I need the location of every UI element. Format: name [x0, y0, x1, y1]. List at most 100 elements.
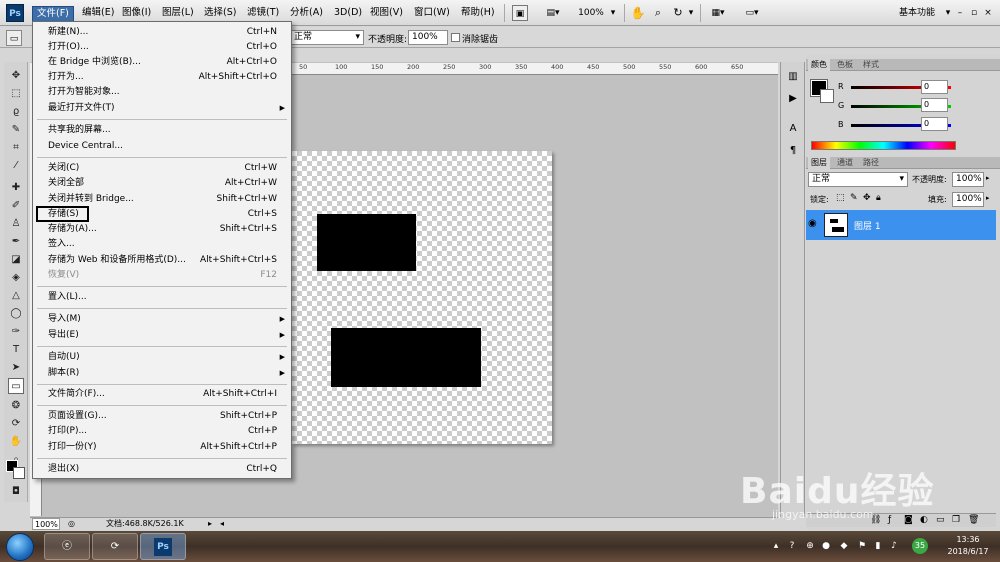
tray-network-icon[interactable]: ⊕: [804, 540, 816, 552]
move-tool-icon[interactable]: ✥: [8, 68, 24, 84]
menu-item-print[interactable]: 打印(P)... Ctrl+P: [33, 424, 291, 439]
tray-app-icon[interactable]: ●: [820, 540, 832, 552]
chevron-down-icon[interactable]: ▾: [944, 5, 952, 21]
start-button[interactable]: [6, 533, 34, 561]
menu-item-close-all[interactable]: 关闭全部 Alt+Ctrl+W: [33, 176, 291, 191]
menu-layer[interactable]: 图层(L): [158, 6, 198, 22]
quick-select-tool-icon[interactable]: ✎: [8, 122, 24, 138]
menu-item-open-as-smart-object[interactable]: 打开为智能对象...: [33, 85, 291, 100]
quick-mask-icon[interactable]: ◘: [8, 484, 24, 500]
menu-view[interactable]: 视图(V): [366, 6, 407, 22]
actions-panel-icon[interactable]: ▶: [786, 92, 800, 106]
tray-signal-icon[interactable]: ▮: [872, 540, 884, 552]
lock-transparent-icon[interactable]: ⬚: [836, 193, 845, 203]
menu-item-import[interactable]: 导入(M) ▶: [33, 312, 291, 327]
background-color-swatch[interactable]: [13, 467, 25, 479]
blur-tool-icon[interactable]: △: [8, 288, 24, 304]
eyedropper-tool-icon[interactable]: ⁄: [8, 158, 24, 174]
tool-preset-icon[interactable]: ▭: [6, 30, 22, 46]
menu-item-save-for-web[interactable]: 存储为 Web 和设备所用格式(D)... Alt+Shift+Ctrl+S: [33, 253, 291, 268]
tray-flag-icon[interactable]: ⚑: [856, 540, 868, 552]
red-value-input[interactable]: 0: [921, 80, 948, 94]
menu-3d[interactable]: 3D(D): [330, 6, 366, 22]
menu-select[interactable]: 选择(S): [200, 6, 240, 22]
tab-layers[interactable]: 图层: [808, 157, 830, 169]
document-canvas[interactable]: [292, 151, 552, 444]
paragraph-panel-icon[interactable]: ¶: [786, 144, 800, 158]
lock-image-icon[interactable]: ✎: [850, 193, 858, 203]
marquee-tool-icon[interactable]: ⬚: [8, 86, 24, 102]
workspace-switcher[interactable]: 基本功能: [888, 5, 946, 21]
blend-mode-select[interactable]: 正常 ▾: [808, 172, 908, 187]
antialias-checkbox[interactable]: [451, 33, 460, 42]
menu-item-device-central[interactable]: Device Central...: [33, 139, 291, 154]
path-selection-tool-icon[interactable]: ➤: [8, 360, 24, 376]
color-spectrum-ramp[interactable]: [811, 141, 956, 150]
menu-item-save-as[interactable]: 存储为(A)... Shift+Ctrl+S: [33, 222, 291, 237]
fill-input[interactable]: 100%: [952, 192, 984, 207]
opacity-input[interactable]: 100%: [408, 30, 448, 45]
layer-opacity-input[interactable]: 100%: [952, 172, 984, 187]
menu-item-place[interactable]: 置入(L)...: [33, 290, 291, 305]
menu-item-export[interactable]: 导出(E) ▶: [33, 328, 291, 343]
tray-app-icon[interactable]: ◆: [838, 540, 850, 552]
menu-item-open[interactable]: 打开(O)... Ctrl+O: [33, 40, 291, 55]
paint-bucket-tool-icon[interactable]: ◈: [8, 270, 24, 286]
tray-badge[interactable]: 35: [912, 538, 928, 554]
menu-item-close-and-go-to-bridge[interactable]: 关闭并转到 Bridge... Shift+Ctrl+W: [33, 192, 291, 207]
screen-mode-icon[interactable]: ▭▾: [740, 5, 764, 21]
zoom-field[interactable]: 100%: [32, 518, 60, 530]
green-value-input[interactable]: 0: [921, 98, 948, 112]
bridge-icon[interactable]: ▣: [512, 5, 528, 21]
photoshop-taskbar-button[interactable]: Ps: [140, 533, 186, 560]
chevron-down-icon[interactable]: ▾: [608, 5, 618, 21]
type-tool-icon[interactable]: T: [8, 342, 24, 358]
menu-item-print-one-copy[interactable]: 打印一份(Y) Alt+Shift+Ctrl+P: [33, 440, 291, 455]
arrange-documents-icon[interactable]: ▦▾: [706, 5, 730, 21]
menu-item-new[interactable]: 新建(N)... Ctrl+N: [33, 25, 291, 40]
system-clock[interactable]: 13:36 2018/6/17: [944, 534, 992, 558]
hand-tool-icon[interactable]: ✋: [630, 5, 646, 21]
tray-volume-icon[interactable]: ♪: [888, 540, 900, 552]
zoom-level[interactable]: 100%: [574, 5, 608, 21]
info-icon[interactable]: ◎: [68, 518, 75, 530]
menu-filter[interactable]: 滤镜(T): [243, 6, 283, 22]
rotate-view-icon[interactable]: ↻: [670, 5, 686, 21]
menu-item-page-setup[interactable]: 页面设置(G)... Shift+Ctrl+P: [33, 409, 291, 424]
dodge-tool-icon[interactable]: ◯: [8, 306, 24, 322]
tab-swatches[interactable]: 色板: [834, 59, 856, 71]
menu-item-exit[interactable]: 退出(X) Ctrl+Q: [33, 462, 291, 477]
hand-tool-icon[interactable]: ✋: [8, 434, 24, 450]
eraser-tool-icon[interactable]: ◪: [8, 252, 24, 268]
menu-image[interactable]: 图像(I): [118, 6, 155, 22]
blue-value-input[interactable]: 0: [921, 117, 948, 131]
ie-browser-icon[interactable]: ⓔ: [44, 533, 90, 560]
lasso-tool-icon[interactable]: ϱ: [8, 104, 24, 120]
tab-color[interactable]: 颜色: [808, 59, 830, 71]
menu-item-scripts[interactable]: 脚本(R) ▶: [33, 366, 291, 381]
rectangle-tool-icon[interactable]: ▭: [8, 378, 24, 394]
healing-brush-tool-icon[interactable]: ✚: [8, 180, 24, 196]
menu-item-open-recent[interactable]: 最近打开文件(T) ▶: [33, 101, 291, 116]
lock-all-icon[interactable]: 🔒︎: [876, 193, 881, 203]
visibility-eye-icon[interactable]: ◉: [808, 218, 822, 229]
tab-paths[interactable]: 路径: [860, 157, 882, 169]
history-panel-icon[interactable]: ▥: [786, 70, 800, 84]
status-menu-arrow-icon[interactable]: ▸: [208, 518, 212, 530]
menu-window[interactable]: 窗口(W): [410, 6, 454, 22]
crop-tool-icon[interactable]: ⌗: [8, 140, 24, 156]
chevron-down-icon[interactable]: ▾: [686, 5, 696, 21]
minimize-button[interactable]: –: [954, 5, 966, 21]
refresh-app-icon[interactable]: ⟳: [92, 533, 138, 560]
menu-item-open-as[interactable]: 打开为... Alt+Shift+Ctrl+O: [33, 70, 291, 85]
new-layer-icon[interactable]: ❐: [952, 515, 960, 525]
menu-item-automate[interactable]: 自动(U) ▶: [33, 350, 291, 365]
menu-item-check-in[interactable]: 签入...: [33, 237, 291, 252]
menu-edit[interactable]: 编辑(E): [78, 6, 118, 22]
3d-orbit-tool-icon[interactable]: ⟳: [8, 416, 24, 432]
menu-item-close[interactable]: 关闭(C) Ctrl+W: [33, 161, 291, 176]
black-rectangle-shape[interactable]: [331, 328, 481, 387]
black-rectangle-shape[interactable]: [317, 214, 416, 271]
3d-rotate-tool-icon[interactable]: ❂: [8, 398, 24, 414]
scroll-left-icon[interactable]: ◂: [220, 518, 224, 530]
